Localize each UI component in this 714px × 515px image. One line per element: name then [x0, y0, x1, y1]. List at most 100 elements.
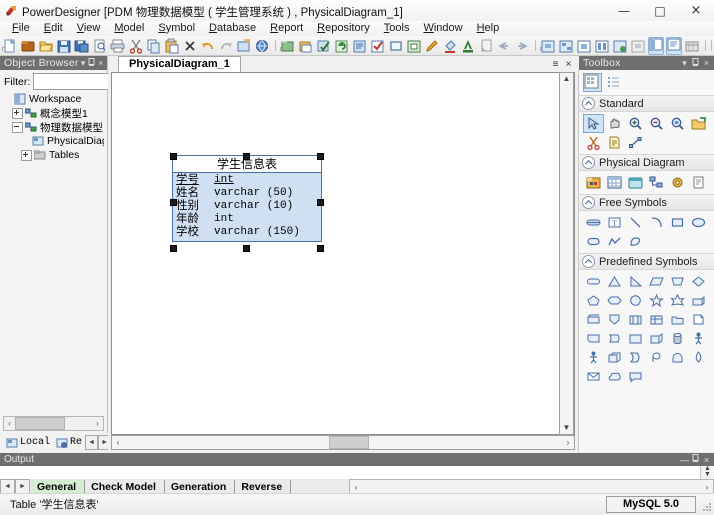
diagram1-icon[interactable]	[540, 38, 556, 54]
tree-expander-minus[interactable]	[12, 122, 23, 133]
table-column-row[interactable]: 学号int	[176, 174, 318, 187]
tree-node-4[interactable]: Tables	[3, 148, 104, 162]
table-column-row[interactable]: 年龄int	[176, 213, 318, 226]
callout-icon[interactable]	[625, 367, 646, 386]
canvas-scroll-down[interactable]: ▼	[560, 422, 573, 434]
menu-item-database[interactable]: Database	[202, 21, 263, 36]
person-icon[interactable]	[583, 348, 604, 367]
prev-icon[interactable]	[496, 38, 512, 54]
polyline-icon[interactable]	[604, 232, 625, 251]
ellipse-icon[interactable]	[688, 213, 709, 232]
output-vscrollbar[interactable]: ▲▼	[700, 466, 714, 479]
output-pin-icon[interactable]	[690, 454, 701, 465]
cut-icon[interactable]	[128, 38, 144, 54]
selection-handle-n[interactable]	[243, 153, 250, 160]
menu-item-window[interactable]: Window	[416, 21, 469, 36]
output-scroll-right[interactable]: ›	[701, 483, 713, 492]
scroll-left-arrow[interactable]: ‹	[4, 419, 15, 428]
result-list-icon[interactable]	[684, 38, 700, 54]
toolbox-pin-icon[interactable]	[690, 58, 701, 69]
validate-icon[interactable]	[370, 38, 386, 54]
diagram3-icon[interactable]	[576, 38, 592, 54]
trapezoid-icon[interactable]	[667, 272, 688, 291]
tree-expander-plus[interactable]	[12, 108, 23, 119]
hand-grabber-icon[interactable]	[604, 114, 625, 133]
menu-item-file[interactable]: File	[5, 21, 37, 36]
delete-icon[interactable]	[182, 38, 198, 54]
fit-icon[interactable]	[406, 38, 422, 54]
tab-physicaldiagram-1[interactable]: PhysicalDiagram_1	[118, 56, 241, 73]
table-column-row[interactable]: 学校varchar (150)	[176, 226, 318, 239]
generate-icon[interactable]	[352, 38, 368, 54]
output-close-icon[interactable]: ×	[701, 455, 712, 465]
refresh-icon[interactable]	[334, 38, 350, 54]
loop-icon[interactable]	[646, 348, 667, 367]
toolbox-group-header-free-symbols[interactable]: Free Symbols	[579, 194, 714, 211]
open-package-icon[interactable]	[688, 114, 709, 133]
pencil-icon[interactable]	[424, 38, 440, 54]
scroll-thumb[interactable]	[15, 417, 65, 430]
table-column-row[interactable]: 性别varchar (10)	[176, 200, 318, 213]
output-tab-next[interactable]: ►	[15, 479, 30, 494]
output-tab-check-model[interactable]: Check Model	[85, 480, 165, 494]
star5-icon[interactable]	[646, 291, 667, 310]
link-symbol-icon[interactable]	[625, 133, 646, 152]
polygon-icon[interactable]	[625, 232, 646, 251]
object-tree[interactable]: Workspace概念模型1物理数据模型 (PhysicalDiagraTabl…	[3, 92, 104, 414]
selection-handle-nw[interactable]	[170, 153, 177, 160]
resize-grip[interactable]	[702, 502, 712, 512]
panel-pin-icon[interactable]	[87, 58, 96, 69]
menu-item-model[interactable]: Model	[107, 21, 151, 36]
browser-tab-prev[interactable]: ◄	[85, 435, 98, 450]
output-text[interactable]	[0, 466, 700, 480]
output-tab-reverse[interactable]: Reverse	[235, 480, 291, 494]
tree-node-2[interactable]: 物理数据模型 (	[3, 120, 104, 134]
table-icon[interactable]	[604, 173, 625, 192]
next-icon[interactable]	[514, 38, 530, 54]
diagram5-icon[interactable]	[612, 38, 628, 54]
output-tab-prev[interactable]: ◄	[0, 479, 15, 494]
shield-icon[interactable]	[604, 310, 625, 329]
diagram-canvas[interactable]: 学生信息表 学号int姓名varchar (50)性别varchar (10)年…	[111, 72, 575, 435]
scissors-icon[interactable]	[583, 133, 604, 152]
list-view-icon[interactable]	[605, 73, 624, 92]
parallelogram-icon[interactable]	[646, 272, 667, 291]
menu-item-edit[interactable]: Edit	[37, 21, 70, 36]
font-color-icon[interactable]	[460, 38, 476, 54]
box-3d-icon[interactable]	[646, 329, 667, 348]
chevron-shape-icon[interactable]	[625, 348, 646, 367]
menu-item-view[interactable]: View	[70, 21, 108, 36]
stack-icon[interactable]	[604, 348, 625, 367]
box-icon[interactable]	[625, 329, 646, 348]
table-column-row[interactable]: 姓名varchar (50)	[176, 187, 318, 200]
zoom-out-icon[interactable]	[646, 114, 667, 133]
maximize-button[interactable]: □	[642, 0, 678, 21]
browser-toggle-icon[interactable]	[648, 37, 664, 55]
note-symbol-icon[interactable]	[604, 133, 625, 152]
rectangle-icon[interactable]	[388, 38, 404, 54]
card-icon[interactable]	[583, 310, 604, 329]
drop-icon[interactable]	[688, 348, 709, 367]
canvas-scroll-right[interactable]: ›	[562, 438, 574, 447]
reference-icon[interactable]	[646, 173, 667, 192]
canvas-hscrollbar[interactable]: ‹ ›	[111, 435, 575, 450]
globe-icon[interactable]	[254, 38, 270, 54]
folder-symbol-icon[interactable]	[667, 310, 688, 329]
toolbar-grip-3[interactable]	[538, 38, 539, 53]
rounded-rect-icon[interactable]	[583, 232, 604, 251]
panel-close-icon[interactable]: ×	[96, 58, 105, 68]
zoom-fit-icon[interactable]	[667, 114, 688, 133]
toolbox-group-header-predefined-symbols[interactable]: Predefined Symbols	[579, 253, 714, 270]
undo-icon[interactable]	[200, 38, 216, 54]
new-icon[interactable]	[2, 38, 18, 54]
new-model-icon[interactable]	[20, 38, 36, 54]
close-button[interactable]: ×	[678, 0, 714, 21]
toolbox-group-header-physical-diagram[interactable]: Physical Diagram	[579, 154, 714, 171]
properties-icon[interactable]	[236, 38, 252, 54]
check-model-icon[interactable]	[316, 38, 332, 54]
dbms-indicator[interactable]: MySQL 5.0	[606, 496, 696, 513]
zoom-in-icon[interactable]	[625, 114, 646, 133]
right-triangle-icon[interactable]	[625, 272, 646, 291]
free-rect-3d-icon[interactable]	[583, 213, 604, 232]
hexagon-flat-icon[interactable]	[604, 291, 625, 310]
